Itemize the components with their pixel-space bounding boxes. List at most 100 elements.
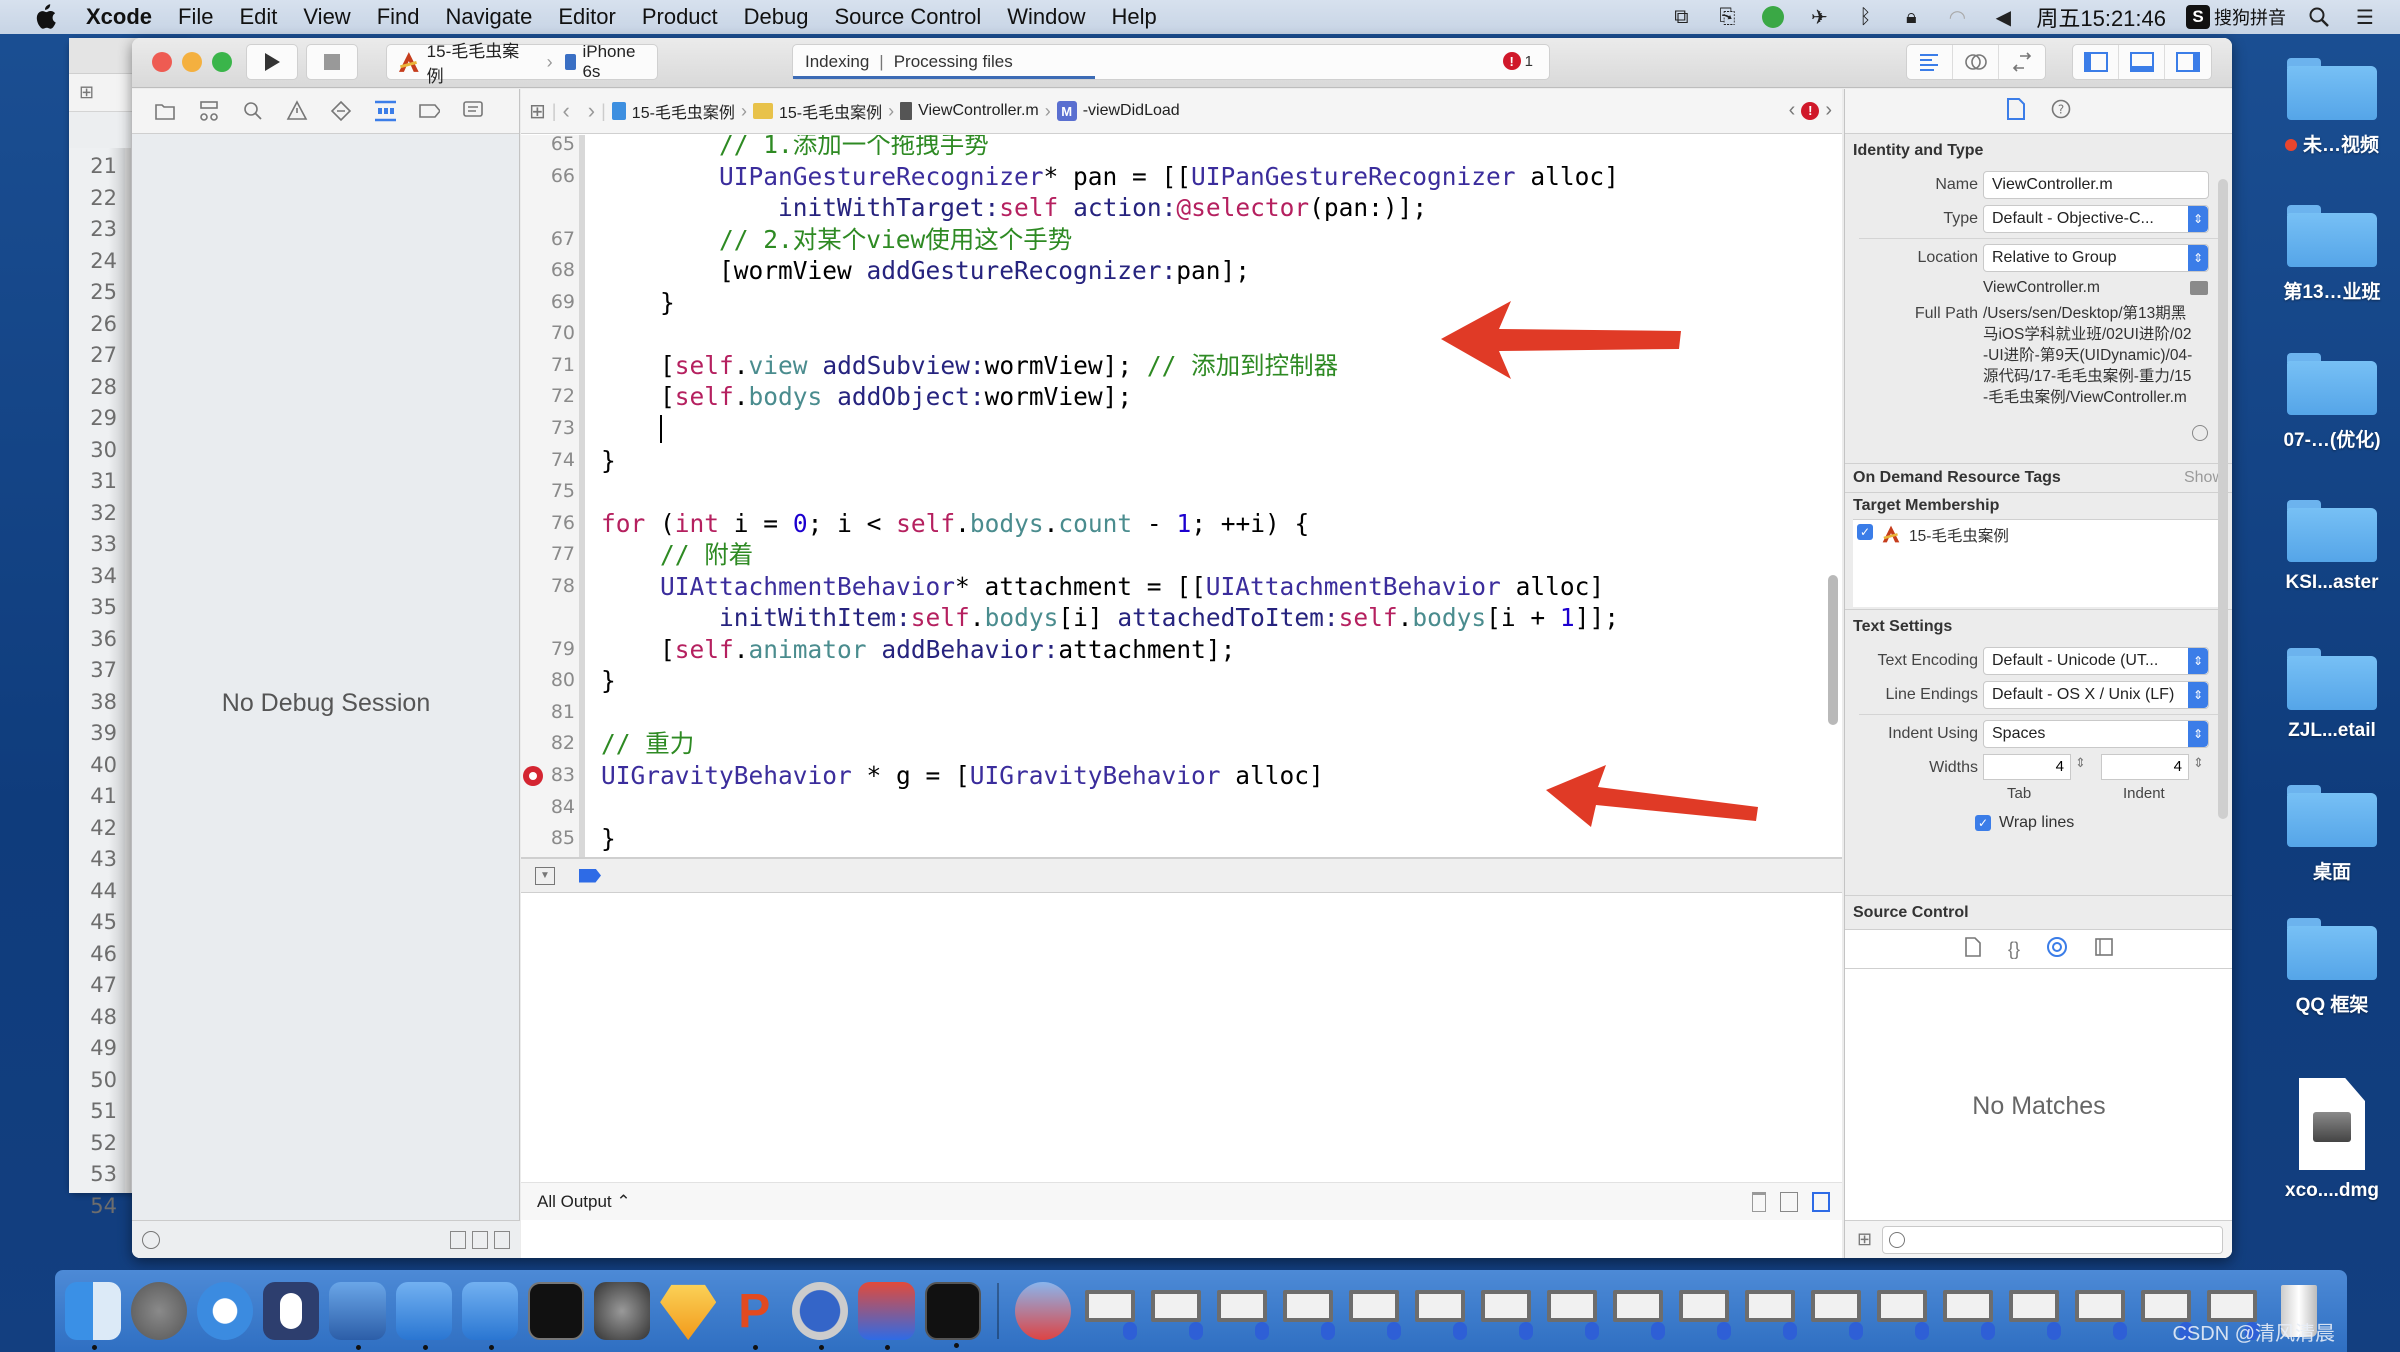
media-library-tab[interactable] [2094, 937, 2114, 962]
line-number[interactable]: 66 [521, 161, 575, 192]
menu-debug[interactable]: Debug [744, 4, 809, 30]
line-number[interactable]: 81 [521, 697, 575, 728]
minimized-window-icon[interactable] [1147, 1282, 1205, 1340]
toggle-debug-area-button[interactable] [2119, 45, 2165, 79]
quicktime-icon[interactable] [792, 1282, 849, 1350]
issue-navigator-tab[interactable] [286, 100, 308, 122]
sketch-icon[interactable] [660, 1284, 717, 1340]
airplane-icon[interactable]: ✈ [1806, 5, 1832, 29]
line-number[interactable]: 74 [521, 445, 575, 476]
menu-source-control[interactable]: Source Control [835, 4, 982, 30]
screen-mirror-icon[interactable]: ⧉ [1668, 5, 1694, 29]
console-icon[interactable] [924, 1282, 981, 1348]
forward-button[interactable]: › [588, 98, 595, 124]
error-indicator[interactable]: ! 1 [1502, 52, 1533, 70]
line-number[interactable]: 79 [521, 634, 575, 665]
line-number[interactable]: 65 [521, 135, 575, 160]
quick-help-tab[interactable]: ? [2050, 98, 2072, 125]
line-number[interactable]: 72 [521, 381, 575, 412]
minimized-window-icon[interactable] [1873, 1282, 1931, 1340]
symbol-navigator-tab[interactable] [198, 100, 220, 122]
desktop-folder[interactable]: 第13…业班 [2272, 205, 2392, 304]
jump-bar-project[interactable]: 15-毛毛虫案例 [611, 99, 735, 123]
related-items-icon[interactable]: ⊞ [79, 82, 94, 103]
toggle-utilities-button[interactable] [2165, 45, 2211, 79]
close-window-button[interactable] [152, 52, 172, 72]
previous-issue-button[interactable]: ‹ [1789, 99, 1796, 122]
bluetooth-icon[interactable]: ᛒ [1852, 5, 1878, 29]
minimized-window-icon[interactable] [1411, 1282, 1469, 1340]
tab-width-stepper[interactable]: ⇕ [2075, 755, 2086, 771]
terminal-icon[interactable] [527, 1282, 585, 1340]
menu-help[interactable]: Help [1112, 4, 1157, 30]
location-popup[interactable]: Relative to Group ⇕ [1983, 244, 2209, 272]
library-filter-field[interactable] [1882, 1225, 2223, 1254]
line-number[interactable]: 82 [521, 728, 575, 759]
teamviewer-icon[interactable] [858, 1282, 915, 1350]
desktop-folder[interactable]: 未…视频 [2272, 58, 2392, 157]
minimized-window-icon[interactable] [1279, 1282, 1337, 1340]
minimized-window-icon[interactable] [1939, 1282, 1997, 1340]
line-number[interactable]: 84 [521, 792, 575, 823]
console-view-toggle[interactable] [1812, 1191, 1830, 1212]
breakpoint-navigator-tab[interactable] [418, 100, 440, 122]
simulator-icon[interactable] [461, 1282, 518, 1350]
line-number[interactable]: 67 [521, 224, 575, 255]
back-button[interactable]: ‹ [562, 98, 569, 124]
minimized-window-icon[interactable] [2071, 1282, 2129, 1340]
menu-edit[interactable]: Edit [239, 4, 277, 30]
launchpad-icon[interactable] [131, 1282, 188, 1340]
clock[interactable]: 周五15:21:46 [2036, 1, 2166, 33]
line-number[interactable]: 80 [521, 665, 575, 696]
menu-app-name[interactable]: Xcode [86, 4, 152, 30]
line-number[interactable]: 75 [521, 476, 575, 507]
indent-width-field[interactable]: 4 [2101, 754, 2189, 780]
code-text-view[interactable]: 65 // 1.添加一个拖拽手势 66 UIPanGestureRecognize… [521, 135, 1842, 857]
input-method-menu[interactable]: S 搜狗拼音 [2186, 4, 2286, 30]
minimized-window-icon[interactable] [1675, 1282, 1733, 1340]
desktop-folder[interactable]: 07-…(优化) [2272, 353, 2392, 452]
camera-record-icon[interactable]: ⎘ [1714, 5, 1740, 29]
trash-icon[interactable] [1752, 1191, 1766, 1212]
hide-debug-area-button[interactable]: ▼ [535, 866, 555, 885]
filter-option-icon[interactable] [450, 1230, 466, 1249]
xcode-icon[interactable] [395, 1282, 452, 1350]
tab-width-field[interactable]: 4 [1983, 754, 2071, 780]
system-preferences-icon[interactable] [594, 1282, 651, 1340]
related-items-icon[interactable]: ⊞ [529, 99, 546, 124]
line-number[interactable]: 78 [521, 571, 575, 602]
minimized-window-icon[interactable] [1543, 1282, 1601, 1340]
media-player-icon[interactable] [1014, 1282, 1071, 1340]
scheme-selector[interactable]: 15-毛毛虫案例 › iPhone 6s [386, 42, 658, 86]
code-snippet-library-tab[interactable]: {} [2008, 939, 2020, 960]
minimized-window-icon[interactable] [1213, 1282, 1271, 1340]
jump-bar-group[interactable]: 15-毛毛虫案例 [752, 99, 882, 123]
file-name-field[interactable]: ViewController.m [1983, 171, 2209, 199]
minimized-window-icon[interactable] [1807, 1282, 1865, 1340]
line-number[interactable]: 68 [521, 255, 575, 286]
variables-view-toggle[interactable] [1780, 1191, 1798, 1212]
menu-editor[interactable]: Editor [558, 4, 615, 30]
project-navigator-tab[interactable] [154, 100, 176, 122]
line-number[interactable]: 85 [521, 823, 575, 854]
report-navigator-tab[interactable] [462, 100, 484, 122]
reveal-folder-icon[interactable] [2190, 281, 2208, 295]
stop-button[interactable] [306, 44, 358, 80]
minimized-window-icon[interactable] [1081, 1282, 1139, 1340]
menu-find[interactable]: Find [377, 4, 420, 30]
jump-bar-file[interactable]: ViewController.m [900, 102, 1039, 120]
finder-icon[interactable] [65, 1282, 122, 1350]
test-navigator-tab[interactable] [330, 100, 352, 122]
line-number[interactable]: 77 [521, 539, 575, 570]
debug-navigator-tab[interactable] [374, 100, 396, 122]
green-app-icon[interactable] [1760, 5, 1786, 29]
line-number[interactable]: 76 [521, 508, 575, 539]
desktop-folder[interactable]: KSI...aster [2272, 500, 2392, 594]
notification-center-icon[interactable]: ☰ [2352, 5, 2378, 29]
apple-menu-icon[interactable] [30, 3, 60, 31]
line-number[interactable]: 70 [521, 318, 575, 349]
menu-view[interactable]: View [303, 4, 350, 30]
text-encoding-popup[interactable]: Default - Unicode (UT... ⇕ [1983, 647, 2209, 675]
filter-option-icon[interactable] [494, 1230, 510, 1249]
desktop-folder[interactable]: ZJL...etail [2272, 648, 2392, 742]
